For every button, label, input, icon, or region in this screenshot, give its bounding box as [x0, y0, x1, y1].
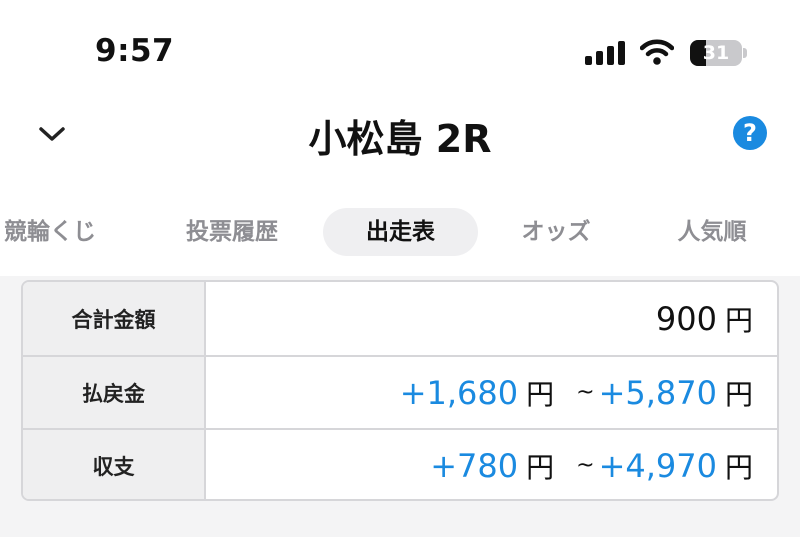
payout-min: +1,680: [399, 373, 519, 412]
help-button[interactable]: ?: [733, 116, 767, 150]
total-amount: 900: [655, 299, 717, 338]
battery-percentage: 31: [702, 42, 730, 64]
row-value: +1,680 円 ~ +5,870 円: [208, 357, 777, 428]
tab-bar: 競輪くじ 投票履歴 出走表 オッズ 人気順: [0, 208, 800, 258]
wifi-icon: [639, 39, 675, 65]
range-separator: ~: [576, 380, 595, 405]
table-row-total: 合計金額 900 円: [23, 282, 777, 355]
page-title: 小松島 2R: [308, 117, 492, 161]
balance-max: +4,970: [598, 446, 717, 485]
battery-icon: 31: [690, 40, 748, 66]
row-label: 合計金額: [23, 282, 206, 355]
tab-vote-history[interactable]: 投票履歴: [170, 208, 294, 256]
balance-min: +780: [430, 446, 519, 485]
range-separator: ~: [576, 453, 595, 478]
tab-keirin-kuji[interactable]: 競輪くじ: [0, 208, 105, 256]
tab-race-card[interactable]: 出走表: [323, 208, 478, 256]
summary-table: 合計金額 900 円 払戻金 +1,680 円 ~ +5,870 円 収支 +7…: [21, 280, 779, 501]
payout-max: +5,870: [598, 373, 717, 412]
yen-unit: 円: [724, 450, 753, 484]
summary-section: 合計金額 900 円 払戻金 +1,680 円 ~ +5,870 円 収支 +7…: [0, 276, 800, 537]
status-time: 9:57: [95, 33, 175, 69]
table-row-payout: 払戻金 +1,680 円 ~ +5,870 円: [23, 355, 777, 428]
row-label: 収支: [23, 430, 206, 499]
tab-popularity[interactable]: 人気順: [660, 208, 764, 256]
row-value: +780 円 ~ +4,970 円: [208, 430, 777, 499]
yen-unit: 円: [526, 450, 555, 484]
yen-unit: 円: [526, 377, 555, 411]
yen-unit: 円: [724, 303, 753, 337]
cellular-signal-icon: [585, 41, 627, 65]
yen-unit: 円: [724, 377, 753, 411]
tab-odds[interactable]: オッズ: [505, 208, 607, 256]
row-value: 900 円: [208, 282, 777, 355]
status-bar: 9:57 31: [0, 0, 800, 90]
table-row-balance: 収支 +780 円 ~ +4,970 円: [23, 428, 777, 499]
header: 小松島 2R ?: [0, 100, 800, 170]
row-label: 払戻金: [23, 357, 206, 428]
